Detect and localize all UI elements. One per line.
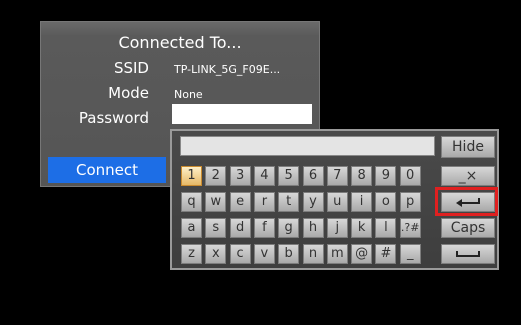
key-@[interactable]: @	[351, 244, 373, 264]
key-6[interactable]: 6	[302, 166, 324, 186]
enter-key-highlight	[435, 187, 498, 216]
key-_[interactable]: _	[399, 244, 421, 264]
key-n[interactable]: n	[302, 244, 324, 264]
caps-button[interactable]: Caps	[441, 218, 495, 238]
backspace-button[interactable]: _×	[441, 166, 495, 186]
key-v[interactable]: v	[253, 244, 275, 264]
key-#[interactable]: #	[375, 244, 397, 264]
key-b[interactable]: b	[278, 244, 300, 264]
key-i[interactable]: i	[351, 192, 373, 212]
key-a[interactable]: a	[181, 218, 202, 238]
mode-label: Mode	[108, 84, 149, 102]
key-k[interactable]: k	[351, 218, 373, 238]
key-t[interactable]: t	[278, 192, 300, 212]
key-r[interactable]: r	[253, 192, 275, 212]
key-m[interactable]: m	[326, 244, 348, 264]
space-icon	[456, 251, 480, 257]
key-z[interactable]: z	[181, 244, 202, 264]
key-4[interactable]: 4	[253, 166, 275, 186]
key-g[interactable]: g	[278, 218, 300, 238]
key-5[interactable]: 5	[278, 166, 300, 186]
key-o[interactable]: o	[375, 192, 397, 212]
key-.?#[interactable]: .?#	[399, 218, 421, 238]
key-p[interactable]: p	[399, 192, 421, 212]
key-9[interactable]: 9	[375, 166, 397, 186]
key-2[interactable]: 2	[205, 166, 227, 186]
key-l[interactable]: l	[375, 218, 397, 238]
key-d[interactable]: d	[229, 218, 251, 238]
ssid-label: SSID	[113, 59, 149, 77]
key-u[interactable]: u	[326, 192, 348, 212]
mode-value: None	[174, 88, 203, 101]
key-q[interactable]: q	[181, 192, 202, 212]
ssid-value: TP-LINK_5G_F09E...	[174, 63, 281, 76]
connect-button[interactable]: Connect	[48, 157, 166, 183]
space-button[interactable]	[441, 244, 495, 264]
hide-button[interactable]: Hide	[441, 136, 495, 158]
key-c[interactable]: c	[229, 244, 251, 264]
password-field[interactable]	[172, 104, 312, 124]
key-f[interactable]: f	[253, 218, 275, 238]
on-screen-keyboard: Hide 1 2 3 4 5 6 7 8 9 0 q w e r t y u i o p a s d f g h j k l .?# z x c…	[170, 129, 499, 270]
keyboard-input-field[interactable]	[180, 136, 435, 156]
key-0[interactable]: 0	[399, 166, 421, 186]
key-h[interactable]: h	[302, 218, 324, 238]
key-8[interactable]: 8	[351, 166, 373, 186]
key-x[interactable]: x	[205, 244, 227, 264]
key-w[interactable]: w	[205, 192, 227, 212]
key-3[interactable]: 3	[229, 166, 251, 186]
key-7[interactable]: 7	[326, 166, 348, 186]
password-label: Password	[78, 109, 149, 127]
key-j[interactable]: j	[326, 218, 348, 238]
key-1[interactable]: 1	[181, 166, 202, 186]
key-y[interactable]: y	[302, 192, 324, 212]
key-e[interactable]: e	[229, 192, 251, 212]
key-s[interactable]: s	[205, 218, 227, 238]
dialog-title: Connected To...	[118, 33, 242, 52]
